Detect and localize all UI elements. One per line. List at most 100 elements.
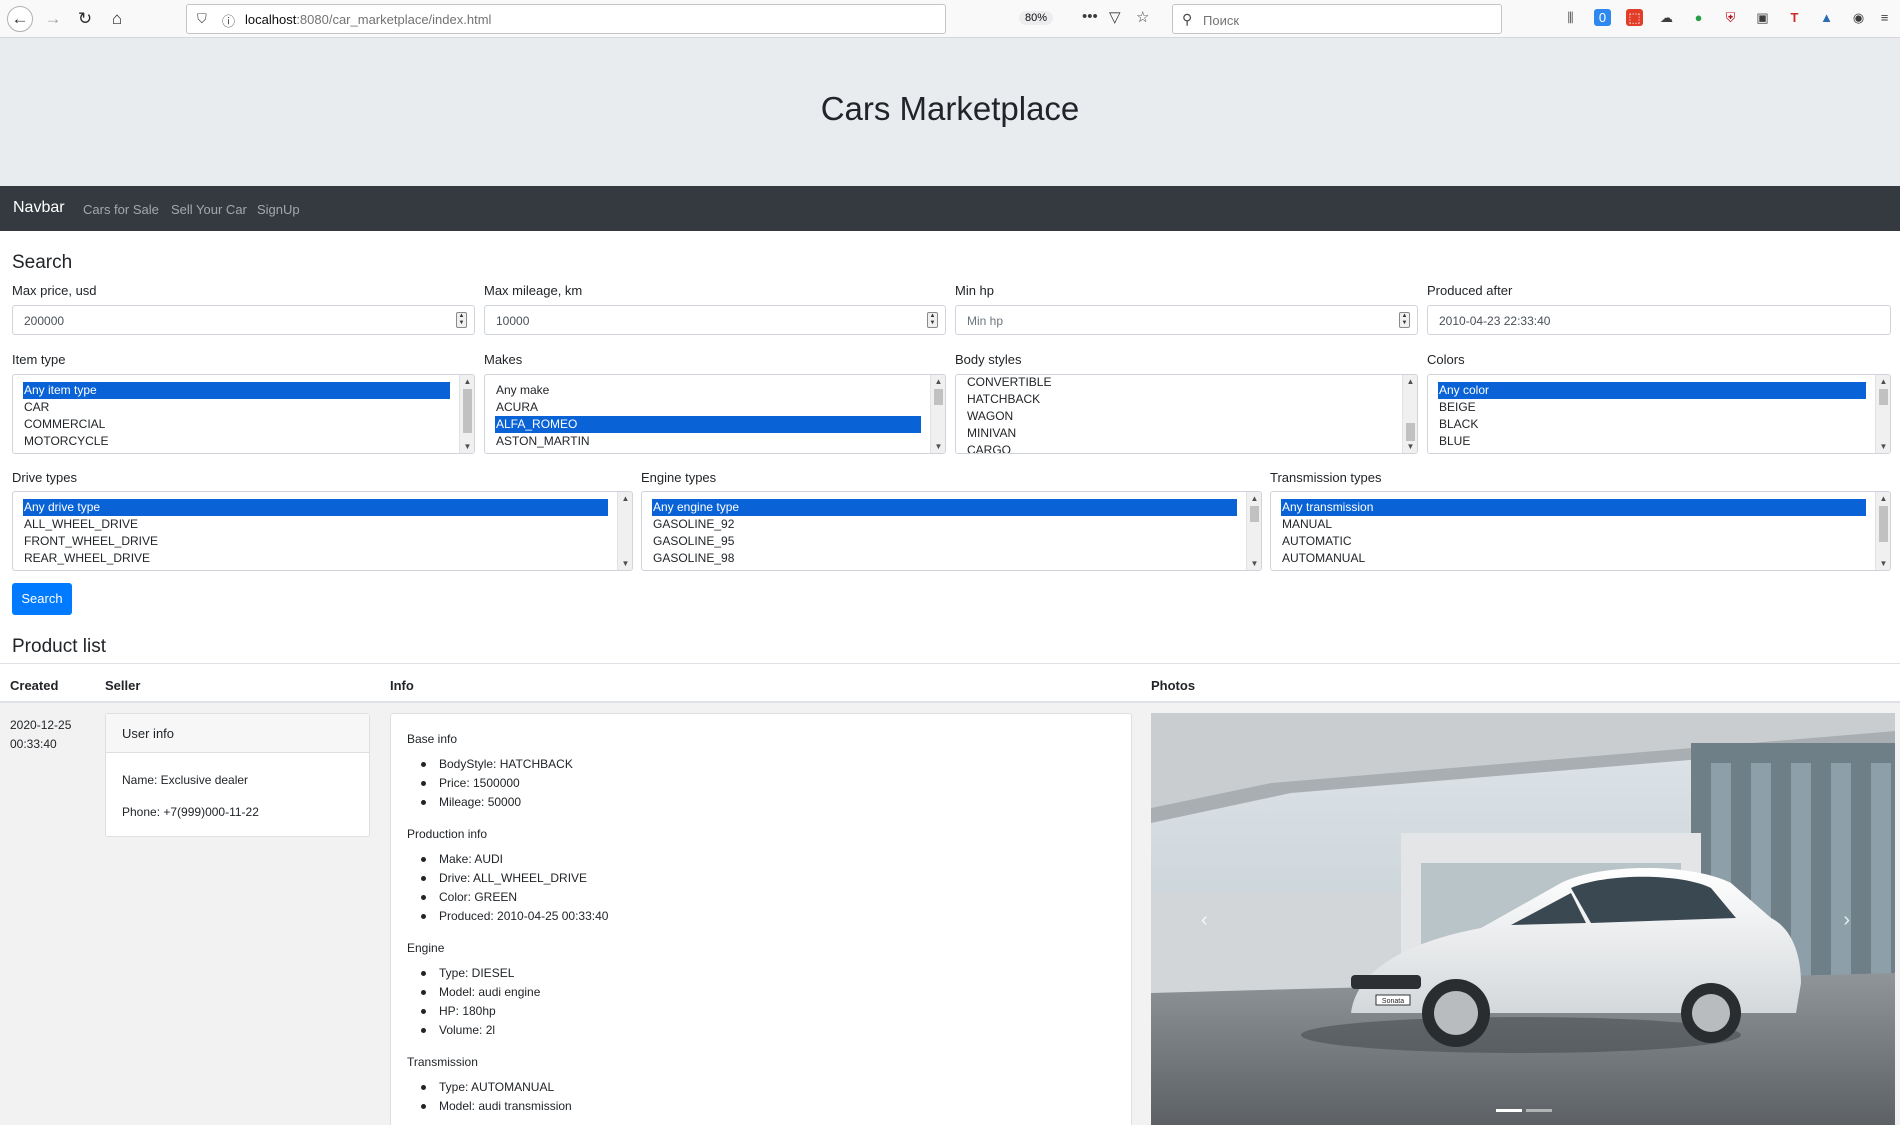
list-option[interactable]: MANUAL <box>1281 516 1866 533</box>
list-option[interactable]: ASTON_MARTIN <box>495 433 921 450</box>
scroll-up-icon[interactable]: ▲ <box>460 377 474 386</box>
list-option[interactable]: CAR <box>23 399 450 416</box>
extension-icon[interactable]: 0 <box>1594 9 1611 26</box>
back-button[interactable]: ← <box>7 6 33 32</box>
max-mileage-input[interactable]: 10000 ▲ ▼ <box>484 305 946 335</box>
nav-link-signup[interactable]: SignUp <box>257 202 300 217</box>
list-option[interactable]: Any make <box>495 382 921 399</box>
min-hp-input[interactable]: Min hp ▲ ▼ <box>955 305 1418 335</box>
navbar-brand[interactable]: Navbar <box>13 199 65 217</box>
list-option[interactable]: AUTOMANUAL <box>1281 550 1866 567</box>
list-option[interactable]: HATCHBACK <box>966 391 1393 408</box>
list-option[interactable]: MOTORCYCLE <box>23 433 450 450</box>
list-option[interactable]: BLUE <box>1438 433 1866 450</box>
forward-button[interactable]: → <box>40 6 66 32</box>
home-button[interactable]: ⌂ <box>104 6 130 32</box>
list-option[interactable]: BEIGE <box>1438 399 1866 416</box>
list-option[interactable]: GASOLINE_92 <box>652 516 1237 533</box>
list-option[interactable]: WAGON <box>966 408 1393 425</box>
sidebar-icon[interactable]: ▣ <box>1754 9 1771 26</box>
list-option[interactable]: COMMERCIAL <box>23 416 450 433</box>
list-option[interactable]: ACURA <box>495 399 921 416</box>
scroll-down-icon[interactable]: ▼ <box>1876 442 1890 451</box>
nav-link-cars-for-sale[interactable]: Cars for Sale <box>83 202 159 217</box>
list-option[interactable]: Any transmission <box>1281 499 1866 516</box>
colors-select[interactable]: Any color BEIGE BLACK BLUE ▲ ▼ <box>1427 374 1891 454</box>
scroll-up-icon[interactable]: ▲ <box>618 494 632 503</box>
scrollbar[interactable]: ▲ ▼ <box>1402 375 1417 453</box>
list-option[interactable]: MINIVAN <box>966 425 1393 442</box>
scroll-down-icon[interactable]: ▼ <box>618 559 632 568</box>
list-option[interactable]: REAR_WHEEL_DRIVE <box>23 550 608 567</box>
scroll-up-icon[interactable]: ▲ <box>1403 377 1417 386</box>
max-mileage-spinner[interactable]: ▲ ▼ <box>927 312 938 328</box>
scrollbar[interactable]: ▲ ▼ <box>459 375 474 453</box>
scrollbar[interactable]: ▲ ▼ <box>930 375 945 453</box>
green-circle-icon[interactable]: ● <box>1690 9 1707 26</box>
scroll-thumb[interactable] <box>1250 506 1259 522</box>
transmission-types-select[interactable]: Any transmission MANUAL AUTOMATIC AUTOMANUA… <box>1270 491 1891 571</box>
drive-types-select[interactable]: Any drive type ALL_WHEEL_DRIVE FRONT_WHEEL… <box>12 491 633 571</box>
list-option[interactable]: Any color <box>1438 382 1866 399</box>
bookmark-star-icon[interactable]: ☆ <box>1136 8 1149 26</box>
scroll-up-icon[interactable]: ▲ <box>931 377 945 386</box>
engine-types-select[interactable]: Any engine type GASOLINE_92 GASOLINE_95 GAS… <box>641 491 1262 571</box>
list-option[interactable]: GASOLINE_98 <box>652 550 1237 567</box>
scrollbar[interactable]: ▲ ▼ <box>1875 375 1890 453</box>
list-option[interactable]: Any item type <box>23 382 450 399</box>
list-option[interactable]: AUTOMATIC <box>1281 533 1866 550</box>
carousel-indicator-2[interactable] <box>1526 1109 1552 1112</box>
list-option[interactable]: Any engine type <box>652 499 1237 516</box>
scroll-thumb[interactable] <box>934 389 943 405</box>
carousel-next-icon[interactable]: › <box>1843 909 1850 932</box>
translate-icon[interactable]: T <box>1786 9 1803 26</box>
triangle-icon[interactable]: ▲ <box>1818 9 1835 26</box>
max-price-input[interactable]: 200000 ▲ ▼ <box>12 305 475 335</box>
max-price-spinner[interactable]: ▲ ▼ <box>456 312 467 328</box>
pocket-icon[interactable]: ▽ <box>1109 8 1121 26</box>
search-button[interactable]: Search <box>12 583 72 615</box>
scroll-down-icon[interactable]: ▼ <box>460 442 474 451</box>
reload-button[interactable]: ↻ <box>72 6 98 32</box>
browser-search-field[interactable]: ⚲ Поиск <box>1172 4 1502 34</box>
produced-after-input[interactable]: 2010-04-23 22:33:40 <box>1427 305 1891 335</box>
scroll-thumb[interactable] <box>1406 423 1415 441</box>
scroll-down-icon[interactable]: ▼ <box>1247 559 1261 568</box>
scroll-thumb[interactable] <box>1879 389 1888 405</box>
scroll-up-icon[interactable]: ▲ <box>1876 377 1890 386</box>
list-option[interactable]: Any drive type <box>23 499 608 516</box>
scroll-up-icon[interactable]: ▲ <box>1247 494 1261 503</box>
scroll-down-icon[interactable]: ▼ <box>1876 559 1890 568</box>
makes-select[interactable]: Any make ACURA ALFA_ROMEO ASTON_MARTIN ▲ ▼ <box>484 374 946 454</box>
scroll-down-icon[interactable]: ▼ <box>1403 442 1417 451</box>
scroll-thumb[interactable] <box>1879 506 1888 542</box>
nav-link-sell-your-car[interactable]: Sell Your Car <box>171 202 247 217</box>
list-option[interactable]: BLACK <box>1438 416 1866 433</box>
list-option[interactable]: ALFA_ROMEO <box>495 416 921 433</box>
menu-icon[interactable]: ≡ <box>1876 9 1893 26</box>
min-hp-spinner[interactable]: ▲ ▼ <box>1399 312 1410 328</box>
ublock-icon[interactable]: ⛨ <box>1722 9 1739 26</box>
list-option[interactable]: CONVERTIBLE <box>966 375 1393 391</box>
scroll-up-icon[interactable]: ▲ <box>1876 494 1890 503</box>
cloud-icon[interactable]: ☁ <box>1658 9 1675 26</box>
scroll-down-icon[interactable]: ▼ <box>931 442 945 451</box>
library-icon[interactable]: ⫼ <box>1562 9 1579 26</box>
list-option[interactable]: ALL_WHEEL_DRIVE <box>23 516 608 533</box>
item-type-select[interactable]: Any item type CAR COMMERCIAL MOTORCYCLE ▲ ▼ <box>12 374 475 454</box>
scrollbar[interactable]: ▲ ▼ <box>1246 492 1261 570</box>
account-icon[interactable]: ◉ <box>1850 9 1867 26</box>
carousel-prev-icon[interactable]: ‹ <box>1201 909 1208 932</box>
scrollbar[interactable]: ▲ ▼ <box>617 492 632 570</box>
scrollbar[interactable]: ▲ ▼ <box>1875 492 1890 570</box>
scroll-thumb[interactable] <box>463 389 472 433</box>
pdf-extension-icon[interactable]: ⬚ <box>1626 9 1643 26</box>
page-actions-icon[interactable]: ••• <box>1082 8 1098 25</box>
body-styles-select[interactable]: CONVERTIBLE HATCHBACK WAGON MINIVAN CARGO ▲ ▼ <box>955 374 1418 454</box>
list-option[interactable]: CARGO <box>966 442 1393 453</box>
address-bar[interactable]: ⛉ ⓘ localhost:8080/car_marketplace/index… <box>186 4 1054 34</box>
list-option[interactable]: FRONT_WHEEL_DRIVE <box>23 533 608 550</box>
list-option[interactable]: GASOLINE_95 <box>652 533 1237 550</box>
zoom-indicator[interactable]: 80% <box>1019 11 1054 25</box>
carousel-indicator-1[interactable] <box>1496 1109 1522 1112</box>
